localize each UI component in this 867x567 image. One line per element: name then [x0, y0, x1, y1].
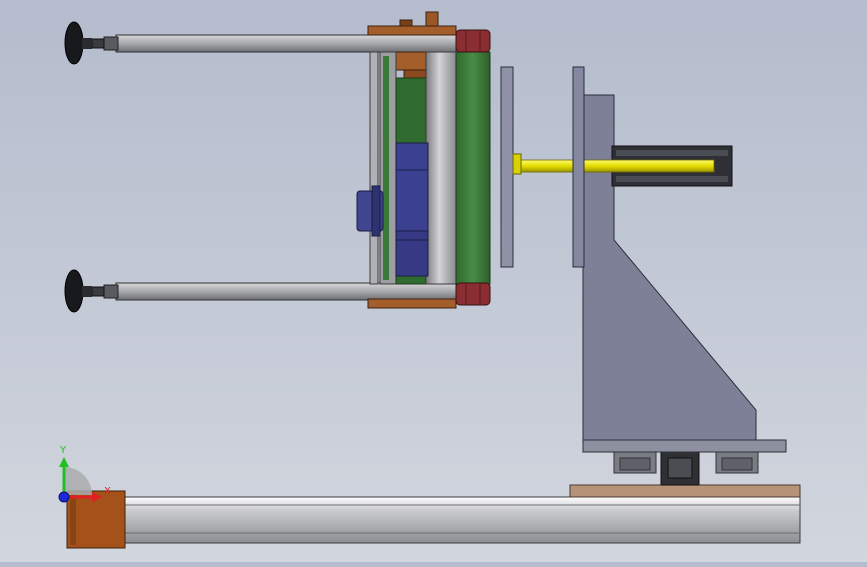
triad-quadrant — [64, 467, 92, 495]
flange-plate-small — [500, 66, 522, 268]
y-axis-arrowhead — [59, 457, 69, 467]
y-axis-label: Y — [59, 445, 67, 456]
drum-assembly — [356, 11, 491, 309]
stepper-motor — [660, 450, 700, 486]
x-axis-label: X — [104, 486, 111, 497]
base-rail — [123, 496, 801, 544]
carriage-plate — [569, 484, 801, 498]
cad-viewport[interactable]: Y X — [0, 0, 867, 562]
z-axis-dot — [58, 491, 70, 503]
mount-plate-large — [572, 66, 585, 268]
cad-model-drawing: Y X — [58, 11, 801, 549]
coordinate-triad[interactable]: Y X — [58, 445, 111, 503]
yellow-shaft — [519, 159, 715, 173]
